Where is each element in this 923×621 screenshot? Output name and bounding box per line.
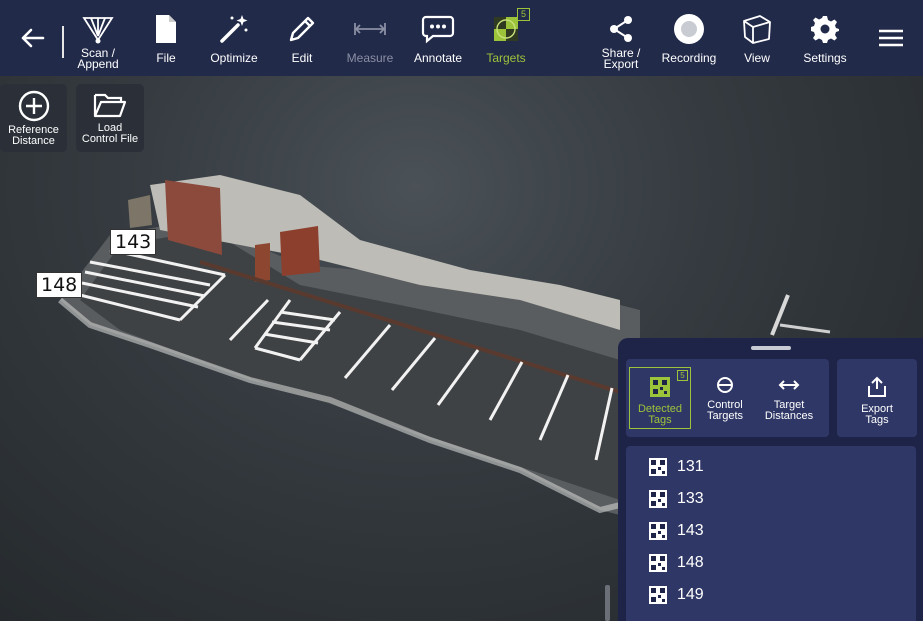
qr-tag-icon xyxy=(649,458,667,476)
tab-detected-tags-label: Detected Tags xyxy=(637,403,683,426)
detected-tags-list[interactable]: 131 133 143 148 149 xyxy=(626,446,916,621)
qr-tag-icon xyxy=(649,490,667,508)
recording-label: Recording xyxy=(661,51,717,65)
measure-label: Measure xyxy=(346,51,394,65)
file-button[interactable]: File xyxy=(132,0,200,76)
targets-count-badge: 5 xyxy=(517,8,530,21)
view-button[interactable]: View xyxy=(723,0,791,76)
share-export-button[interactable]: Share / Export xyxy=(587,0,655,76)
qr-tag-icon xyxy=(649,586,667,604)
scan-append-icon xyxy=(81,12,115,46)
tag-number: 143 xyxy=(677,522,704,539)
top-toolbar: Scan / Append File Optimize Edit Measure… xyxy=(0,0,923,76)
control-target-icon xyxy=(717,377,733,393)
scene-tag-label-143[interactable]: 143 xyxy=(110,229,157,255)
view-label: View xyxy=(744,51,770,65)
tag-number: 149 xyxy=(677,586,704,603)
scene-tag-label-148[interactable]: 148 xyxy=(36,272,83,298)
share-export-label: Share / Export xyxy=(601,46,641,71)
optimize-label: Optimize xyxy=(210,51,258,65)
measure-button[interactable]: Measure xyxy=(336,0,404,76)
targets-button[interactable]: Targets 5 xyxy=(472,0,540,76)
tag-number: 133 xyxy=(677,490,704,507)
plus-circle-icon xyxy=(18,90,49,122)
scrollbar-thumb[interactable] xyxy=(605,585,610,621)
tab-target-distances-label: Target Distances xyxy=(764,399,814,422)
pencil-icon xyxy=(285,12,319,46)
load-control-file-label: Load Control File xyxy=(81,122,139,145)
scan-append-label: Scan / Append xyxy=(77,46,119,71)
cube-icon xyxy=(740,12,774,46)
file-label: File xyxy=(156,51,176,65)
detected-tags-count-badge: 5 xyxy=(677,370,688,381)
hamburger-menu-icon xyxy=(879,29,903,47)
optimize-button[interactable]: Optimize xyxy=(200,0,268,76)
back-button[interactable] xyxy=(0,0,64,76)
gear-icon xyxy=(808,12,842,46)
tab-control-targets[interactable]: Control Targets xyxy=(694,359,756,437)
export-tags-content: Export Tags xyxy=(837,359,917,437)
share-icon xyxy=(604,12,638,46)
settings-label: Settings xyxy=(803,51,847,65)
ruler-icon xyxy=(353,12,387,46)
magic-wand-icon xyxy=(217,12,251,46)
distance-arrows-icon xyxy=(778,380,800,390)
arrow-left-icon xyxy=(21,28,45,48)
export-tags-button[interactable]: Export Tags xyxy=(837,359,917,437)
panel-drag-handle[interactable] xyxy=(751,346,791,350)
annotate-label: Annotate xyxy=(413,51,463,65)
menu-button[interactable] xyxy=(859,0,923,76)
targets-tab-group: Detected Tags 5 Control Targets Target D… xyxy=(626,359,829,437)
tag-number: 131 xyxy=(677,458,704,475)
recording-button[interactable]: Recording xyxy=(655,0,723,76)
file-icon xyxy=(149,12,183,46)
edit-button[interactable]: Edit xyxy=(268,0,336,76)
qr-tag-icon xyxy=(650,377,670,397)
targets-label: Targets xyxy=(486,51,526,65)
folder-open-icon xyxy=(93,93,127,118)
tab-control-targets-label: Control Targets xyxy=(706,399,744,422)
chat-bubble-icon xyxy=(421,12,455,46)
settings-button[interactable]: Settings xyxy=(791,0,859,76)
qr-tag-icon xyxy=(649,522,667,540)
tag-list-item[interactable]: 149 xyxy=(626,579,916,611)
record-icon xyxy=(672,12,706,46)
tag-list-item[interactable]: 148 xyxy=(626,547,916,579)
tab-detected-tags[interactable]: Detected Tags 5 xyxy=(629,367,691,429)
reference-distance-label: Reference Distance xyxy=(8,124,59,147)
targets-panel: Detected Tags 5 Control Targets Target D… xyxy=(618,338,923,621)
edit-label: Edit xyxy=(291,51,313,65)
tag-list-item[interactable]: 133 xyxy=(626,483,916,515)
tag-list-item[interactable]: 131 xyxy=(626,451,916,483)
annotate-button[interactable]: Annotate xyxy=(404,0,472,76)
tag-number: 148 xyxy=(677,554,704,571)
scan-append-button[interactable]: Scan / Append xyxy=(64,0,132,76)
tag-list-item[interactable]: 143 xyxy=(626,515,916,547)
export-icon xyxy=(868,376,886,397)
tab-target-distances[interactable]: Target Distances xyxy=(756,359,822,437)
load-control-file-button[interactable]: Load Control File xyxy=(76,84,144,152)
reference-distance-button[interactable]: Reference Distance xyxy=(0,84,67,152)
qr-tag-icon xyxy=(649,554,667,572)
export-tags-label: Export Tags xyxy=(861,403,893,426)
